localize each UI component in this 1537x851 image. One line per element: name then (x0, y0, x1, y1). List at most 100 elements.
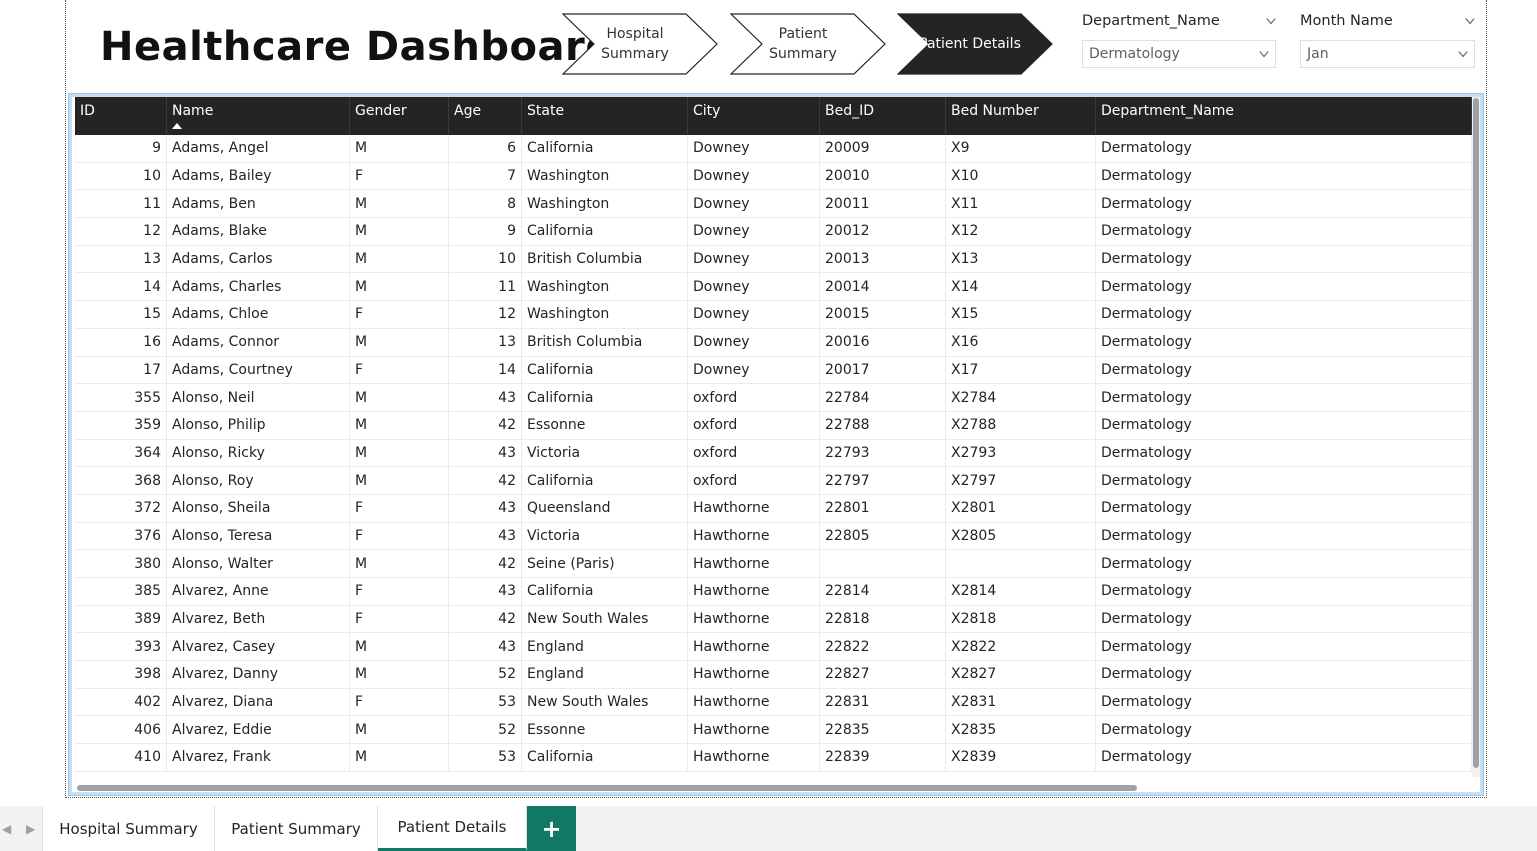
tab-patient-details[interactable]: Patient Details (378, 806, 527, 851)
table-row[interactable]: 385 Alvarez, Anne F 43 California Hawthorne 22… (75, 578, 1472, 606)
vertical-scrollbar[interactable] (1473, 98, 1479, 768)
slicer-title: Department_Name (1082, 13, 1220, 29)
table-cell: Hawthorne (688, 661, 820, 688)
table-cell: Washington (522, 273, 688, 301)
table-cell: Dermatology (1096, 439, 1472, 467)
table-row[interactable]: 9 Adams, Angel M 6 California Downey 20009 X9 De… (75, 135, 1472, 163)
table-cell: 22788 (820, 411, 946, 439)
dropdown-value: Jan (1307, 46, 1329, 62)
table-cell: 20015 (820, 301, 946, 328)
table-row[interactable]: 372 Alonso, Sheila F 43 Queensland Hawthorne 2… (75, 494, 1472, 523)
table-row[interactable]: 376 Alonso, Teresa F 43 Victoria Hawthorne 228… (75, 522, 1472, 551)
table-cell: 43 (449, 578, 522, 605)
table-cell: oxford (688, 384, 820, 411)
table-cell: F (350, 605, 449, 633)
table-cell: Washington (522, 162, 688, 190)
table-cell: 16 (75, 328, 167, 356)
table-row[interactable]: 12 Adams, Blake M 9 California Downey 20012 X12… (75, 218, 1472, 246)
table-cell: X9 (946, 135, 1096, 162)
canvas-border-right (1486, 0, 1487, 798)
table-cell: Hawthorne (688, 633, 820, 661)
chevron-down-icon[interactable] (1465, 16, 1475, 26)
table-cell: Alonso, Roy (167, 467, 350, 494)
table-row[interactable]: 11 Adams, Ben M 8 Washington Downey 20011 X11 De… (75, 190, 1472, 219)
column-header-name[interactable]: Name (167, 97, 350, 135)
table-cell: Victoria (522, 439, 688, 467)
column-header-bed-id[interactable]: Bed_ID (820, 97, 946, 135)
table-cell: Alvarez, Casey (167, 633, 350, 661)
table-row[interactable]: 410 Alvarez, Frank M 53 California Hawthorne 2… (75, 744, 1472, 772)
nav-button-hospital-summary[interactable]: Hospital Summary (562, 13, 718, 75)
table-cell: Downey (688, 190, 820, 218)
table-cell: X12 (946, 218, 1096, 245)
table-row[interactable]: 15 Adams, Chloe F 12 Washington Downey 20015 X1… (75, 301, 1472, 329)
table-row[interactable]: 359 Alonso, Philip M 42 Essonne oxford 22788 X2… (75, 411, 1472, 440)
table-cell: Alvarez, Eddie (167, 716, 350, 744)
table-cell: Alonso, Teresa (167, 522, 350, 550)
plus-icon[interactable]: + (527, 806, 576, 851)
nav-label: Patient Summary (769, 26, 837, 62)
table-row[interactable]: 16 Adams, Connor M 13 British Columbia Downey… (75, 328, 1472, 357)
column-header-state[interactable]: State (522, 97, 688, 135)
table-row[interactable]: 13 Adams, Carlos M 10 British Columbia Downey… (75, 245, 1472, 274)
table-row[interactable]: 398 Alvarez, Danny M 52 England Hawthorne 2282… (75, 661, 1472, 689)
table-row[interactable]: 389 Alvarez, Beth F 42 New South Wales Hawtho… (75, 605, 1472, 634)
table-cell: Queensland (522, 494, 688, 522)
table-cell: 10 (75, 162, 167, 190)
table-cell: M (350, 135, 449, 162)
column-header-id[interactable]: ID (75, 97, 167, 135)
table-cell: Adams, Blake (167, 218, 350, 245)
table-cell: 385 (75, 578, 167, 605)
tab-patient-summary[interactable]: Patient Summary (215, 806, 378, 851)
tab-hospital-summary[interactable]: Hospital Summary (43, 806, 215, 851)
table-cell: X15 (946, 301, 1096, 328)
table-cell: 22793 (820, 439, 946, 467)
table-row[interactable]: 402 Alvarez, Diana F 53 New South Wales Hawth… (75, 688, 1472, 717)
chevron-left-icon[interactable]: ◀ (2, 822, 11, 836)
table-cell: Alvarez, Anne (167, 578, 350, 605)
department-dropdown[interactable]: Dermatology (1082, 40, 1276, 68)
column-header-bed-number[interactable]: Bed Number (946, 97, 1096, 135)
table-cell: M (350, 245, 449, 273)
table-cell: England (522, 633, 688, 661)
chevron-down-icon[interactable] (1266, 16, 1276, 26)
table-cell: 355 (75, 384, 167, 411)
table-cell: 372 (75, 494, 167, 522)
table-cell: X2822 (946, 633, 1096, 661)
table-cell: 42 (449, 411, 522, 439)
table-cell: X11 (946, 190, 1096, 218)
table-cell: X2793 (946, 439, 1096, 467)
table-cell: 52 (449, 716, 522, 744)
table-cell: X2818 (946, 605, 1096, 633)
table-cell: Dermatology (1096, 578, 1472, 605)
chevron-right-icon[interactable]: ▶ (26, 822, 35, 836)
table-cell: X17 (946, 356, 1096, 384)
table-row[interactable]: 380 Alonso, Walter M 42 Seine (Paris) Hawthor… (75, 550, 1472, 578)
table-row[interactable]: 364 Alonso, Ricky M 43 Victoria oxford 22793 X2… (75, 439, 1472, 468)
column-header-gender[interactable]: Gender (350, 97, 449, 135)
table-row[interactable]: 10 Adams, Bailey F 7 Washington Downey 20010 X1… (75, 162, 1472, 191)
slicer-department: Department_Name Dermatology (1082, 10, 1276, 68)
table-cell: 42 (449, 467, 522, 494)
table-cell: 10 (449, 245, 522, 273)
column-header-department-name[interactable]: Department_Name (1096, 97, 1472, 135)
table-row[interactable]: 368 Alonso, Roy M 42 California oxford 22797 X2… (75, 467, 1472, 495)
column-header-city[interactable]: City (688, 97, 820, 135)
table-cell: Dermatology (1096, 218, 1472, 245)
table-cell: M (350, 328, 449, 356)
horizontal-scrollbar[interactable] (77, 785, 1137, 791)
column-header-age[interactable]: Age (449, 97, 522, 135)
table-row[interactable]: 406 Alvarez, Eddie M 52 Essonne Hawthorne 2283… (75, 716, 1472, 745)
table-row[interactable]: 393 Alvarez, Casey M 43 England Hawthorne 2282… (75, 633, 1472, 662)
table-row[interactable]: 17 Adams, Courtney F 14 California Downey 2001… (75, 356, 1472, 385)
table-cell: Dermatology (1096, 605, 1472, 633)
nav-button-patient-details[interactable]: Patient Details (897, 13, 1053, 75)
table-row[interactable]: 355 Alonso, Neil M 43 California oxford 22784 X… (75, 384, 1472, 412)
table-cell: 22814 (820, 578, 946, 605)
table-cell: Dermatology (1096, 716, 1472, 744)
month-dropdown[interactable]: Jan (1300, 40, 1475, 68)
table-row[interactable]: 14 Adams, Charles M 11 Washington Downey 20014… (75, 273, 1472, 302)
nav-button-patient-summary[interactable]: Patient Summary (730, 13, 886, 75)
table-cell: 22827 (820, 661, 946, 688)
table-cell: M (350, 190, 449, 218)
